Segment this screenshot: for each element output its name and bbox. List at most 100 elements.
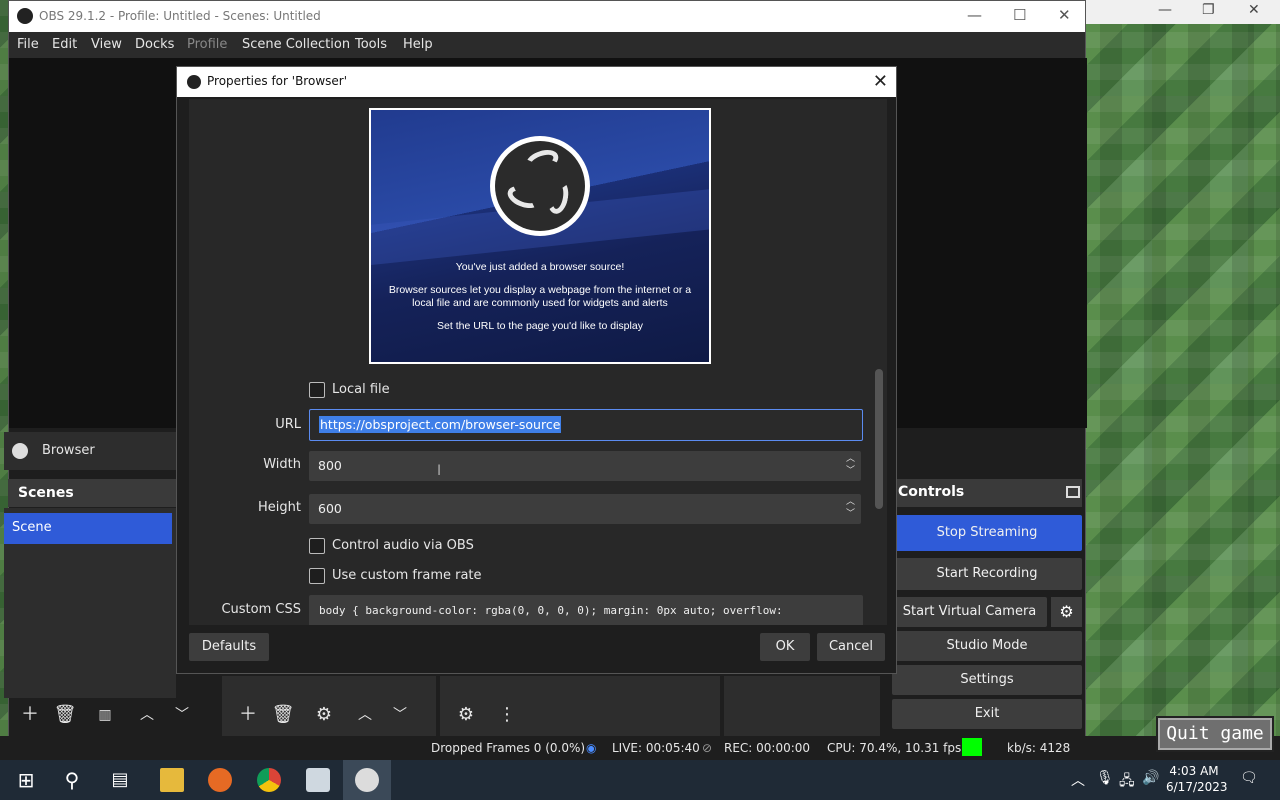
stop-streaming-button[interactable]: Stop Streaming: [892, 515, 1082, 551]
spin-up-icon[interactable]: ︿: [846, 497, 855, 507]
height-value: 600: [318, 501, 342, 516]
file-explorer-icon[interactable]: [160, 768, 184, 792]
rec-time: REC: 00:00:00: [724, 741, 811, 755]
outer-minimize-button[interactable]: —: [1158, 2, 1172, 18]
width-spinbox[interactable]: 800 ︿ ﹀: [309, 451, 861, 481]
start-virtual-camera-button[interactable]: Start Virtual Camera: [892, 597, 1047, 627]
menu-file[interactable]: File: [17, 37, 39, 52]
studio-mode-button[interactable]: Studio Mode: [892, 631, 1082, 661]
source-properties-gear-icon[interactable]: ⚙: [311, 702, 337, 728]
dialog-scrollbar[interactable]: [875, 369, 883, 509]
add-source-icon[interactable]: ＋: [235, 702, 261, 728]
obs-logo-icon: [490, 136, 590, 236]
control-audio-checkbox[interactable]: [309, 538, 325, 554]
taskbar-clock[interactable]: 4:03 AM 6/17/2023: [1166, 763, 1228, 795]
task-view-icon[interactable]: ▤: [108, 768, 132, 792]
close-button[interactable]: ✕: [1058, 6, 1071, 24]
menu-tools[interactable]: Tools: [355, 37, 387, 52]
mixer-menu-icon[interactable]: ⋮: [494, 702, 520, 728]
move-scene-down-icon[interactable]: ﹀: [169, 702, 195, 728]
scenes-title: Scenes: [8, 479, 176, 507]
live-broadcast-icon: ◉: [586, 741, 597, 755]
properties-dialog: Properties for 'Browser' ✕ You've just a…: [176, 66, 897, 674]
undock-icon[interactable]: [1066, 486, 1080, 498]
audio-settings-gear-icon[interactable]: ⚙: [453, 702, 479, 728]
dropped-frames: Dropped Frames 0 (0.0%): [431, 741, 586, 755]
defaults-button[interactable]: Defaults: [189, 633, 269, 661]
outer-restore-button[interactable]: ❐: [1202, 2, 1215, 18]
window-title: OBS 29.1.2 - Profile: Untitled - Scenes:…: [39, 9, 321, 23]
tray-overflow-icon[interactable]: ︿: [1071, 770, 1085, 790]
custom-frame-rate-label: Use custom frame rate: [332, 568, 482, 583]
browser-source-icon: [12, 443, 28, 459]
menu-profile[interactable]: Profile: [187, 37, 227, 52]
browser-source-preview: You've just added a browser source! Brow…: [369, 108, 711, 364]
minecraft-launcher-icon[interactable]: [306, 768, 330, 792]
start-recording-button[interactable]: Start Recording: [892, 558, 1082, 590]
network-icon[interactable]: 🖧: [1119, 770, 1135, 794]
width-label: Width: [263, 457, 301, 472]
source-toolbar: Browser: [4, 432, 176, 470]
spin-up-icon[interactable]: ︿: [846, 454, 855, 464]
local-file-checkbox[interactable]: [309, 382, 325, 398]
ok-button[interactable]: OK: [760, 633, 810, 661]
firefox-icon[interactable]: [208, 768, 232, 792]
menu-docks[interactable]: Docks: [135, 37, 174, 52]
clock-time: 4:03 AM: [1169, 764, 1219, 778]
spin-down-icon[interactable]: ﹀: [846, 509, 855, 519]
mixer-panel: [440, 676, 720, 736]
move-scene-up-icon[interactable]: ︿: [134, 702, 160, 728]
connection-status-indicator: [962, 738, 982, 756]
notifications-icon[interactable]: 🗨: [1240, 770, 1258, 786]
custom-css-textarea[interactable]: body { background-color: rgba(0, 0, 0, 0…: [309, 595, 863, 625]
menu-scene-collection[interactable]: Scene Collection: [242, 37, 350, 52]
spin-down-icon[interactable]: ﹀: [846, 466, 855, 476]
windows-start-icon[interactable]: ⊞: [14, 768, 38, 792]
add-scene-icon[interactable]: ＋: [17, 702, 43, 728]
custom-frame-rate-checkbox[interactable]: [309, 568, 325, 584]
minimize-button[interactable]: —: [967, 6, 982, 24]
settings-button[interactable]: Settings: [892, 665, 1082, 695]
height-spinbox[interactable]: 600 ︿ ﹀: [309, 494, 861, 524]
preview-heading: You've just added a browser source!: [455, 261, 625, 273]
menu-help[interactable]: Help: [403, 37, 433, 52]
url-value: https://obsproject.com/browser-source: [319, 416, 562, 433]
menu-bar: File Edit View Docks Profile Scene Colle…: [9, 32, 1085, 58]
obs-logo-icon: [187, 75, 201, 89]
obs-logo-inner: [495, 141, 585, 231]
transitions-panel: [724, 676, 880, 736]
scene-list-item[interactable]: Scene: [4, 513, 172, 544]
exit-button[interactable]: Exit: [892, 699, 1082, 729]
taskbar: ⊞ ⚲ ▤ ︿ 🎙 🖧 🔊 4:03 AM 6/17/2023 🗨: [0, 760, 1280, 800]
custom-css-label: Custom CSS: [221, 602, 301, 617]
obs-taskbar-button[interactable]: [343, 760, 391, 800]
quit-game-button[interactable]: Quit game: [1156, 716, 1274, 752]
dialog-close-button[interactable]: ✕: [873, 71, 888, 92]
preview-instruction: Set the URL to the page you'd like to di…: [437, 320, 643, 332]
maximize-button[interactable]: ☐: [1013, 6, 1026, 24]
rec-icon: ⊘: [702, 741, 713, 755]
move-source-down-icon[interactable]: ﹀: [387, 702, 413, 728]
logo-blade: [545, 178, 571, 216]
menu-view[interactable]: View: [91, 37, 122, 52]
live-time: LIVE: 00:05:40: [612, 741, 700, 755]
outer-close-button[interactable]: ✕: [1248, 2, 1260, 18]
logo-blade: [522, 145, 562, 177]
search-icon[interactable]: ⚲: [60, 768, 84, 792]
chrome-icon[interactable]: [257, 768, 281, 792]
volume-icon[interactable]: 🔊: [1142, 770, 1159, 786]
local-file-label: Local file: [332, 382, 390, 397]
url-input[interactable]: https://obsproject.com/browser-source: [309, 409, 863, 441]
virtual-camera-gear-icon[interactable]: ⚙: [1051, 597, 1082, 627]
width-value: 800: [318, 458, 342, 473]
menu-edit[interactable]: Edit: [52, 37, 77, 52]
move-source-up-icon[interactable]: ︿: [352, 702, 378, 728]
cancel-button[interactable]: Cancel: [817, 633, 885, 661]
obs-taskbar-icon: [355, 768, 379, 792]
scene-filters-icon[interactable]: ▥: [92, 702, 118, 728]
source-name: Browser: [42, 443, 95, 458]
microphone-icon[interactable]: 🎙: [1096, 770, 1114, 786]
remove-scene-icon[interactable]: 🗑: [52, 702, 78, 728]
control-audio-label: Control audio via OBS: [332, 538, 474, 553]
remove-source-icon[interactable]: 🗑: [270, 702, 296, 728]
